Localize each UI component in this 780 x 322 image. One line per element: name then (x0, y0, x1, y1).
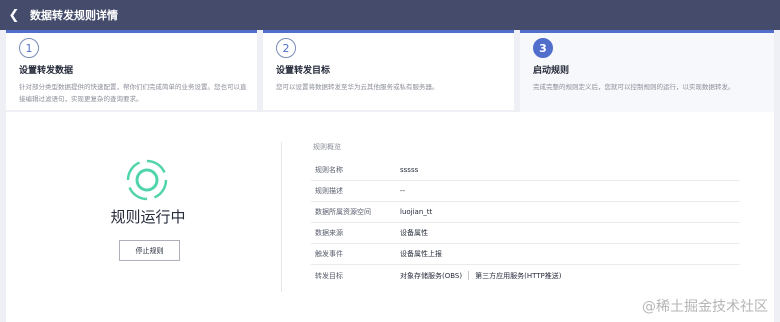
watermark: @稀土掘金技术社区 (642, 299, 768, 315)
forward-target-obs: 对象存储服务(OBS) (400, 271, 463, 280)
info-key: 触发事件 (315, 250, 343, 258)
step-description: 针对部分类型数据提供的快速配置，帮你们们完成简单的业务设置。您也可以直接编辑过滤… (19, 83, 247, 103)
step-number-badge: 3 (533, 38, 553, 58)
rule-overview-table: 规则名称 sssss 规则描述 -- 数据所属资源空间 luojian_tt 数… (311, 160, 740, 286)
chevron-left-icon[interactable]: ❮ (2, 0, 26, 30)
info-row-forward-target: 转发目标 对象存储服务(OBS) 第三方应用服务(HTTP推送) (311, 265, 740, 286)
info-row-data-source: 数据来源 设备属性 (311, 223, 740, 244)
rule-status-text: 规则运行中 (110, 208, 186, 226)
info-key: 转发目标 (315, 271, 343, 280)
step-number-badge: 1 (19, 38, 39, 58)
info-row-rule-name: 规则名称 sssss (311, 160, 740, 181)
info-key: 规则描述 (315, 187, 343, 195)
page-title: 数据转发规则详情 (30, 9, 118, 22)
step-3: 3 启动规则 完成完整的规则定义后，您就可以控制规则的运行，以实现数据转发。 (520, 30, 774, 112)
step-description: 您可以设置将数据转发至华为云其他服务或私有服务器。 (276, 83, 439, 91)
header-bar: ❮ 数据转发规则详情 (0, 0, 780, 30)
info-row-trigger-event: 触发事件 设备属性上报 (311, 244, 740, 265)
info-key: 数据所属资源空间 (315, 208, 371, 216)
steps-bar: 1 设置转发数据 针对部分类型数据提供的快速配置，帮你们们完成简单的业务设置。您… (6, 30, 774, 112)
info-value: -- (400, 187, 406, 195)
step-description: 完成完整的规则定义后，您就可以控制规则的运行，以实现数据转发。 (533, 83, 735, 91)
overview-title: 规则概览 (313, 143, 341, 151)
info-row-resource-space: 数据所属资源空间 luojian_tt (311, 202, 740, 223)
running-ring-icon (126, 159, 168, 201)
step-title: 启动规则 (533, 66, 570, 76)
info-value-group: 对象存储服务(OBS) 第三方应用服务(HTTP推送) (400, 271, 562, 281)
stop-rule-button[interactable]: 停止规则 (119, 240, 180, 261)
info-key: 数据来源 (315, 229, 343, 237)
info-value: 设备属性上报 (400, 250, 442, 258)
step-title: 设置转发数据 (19, 66, 74, 76)
info-key: 规则名称 (315, 166, 343, 174)
info-value: sssss (400, 166, 419, 174)
info-value: luojian_tt (400, 208, 433, 216)
info-value: 设备属性 (400, 229, 428, 237)
vertical-divider (281, 142, 282, 292)
info-row-rule-description: 规则描述 -- (311, 181, 740, 202)
step-1: 1 设置转发数据 针对部分类型数据提供的快速配置，帮你们们完成简单的业务设置。您… (6, 30, 257, 110)
step-2: 2 设置转发目标 您可以设置将数据转发至华为云其他服务或私有服务器。 (263, 30, 514, 110)
value-separator (468, 271, 470, 280)
forward-target-http: 第三方应用服务(HTTP推送) (475, 271, 562, 280)
step-title: 设置转发目标 (276, 66, 331, 76)
step-number-badge: 2 (276, 38, 296, 58)
